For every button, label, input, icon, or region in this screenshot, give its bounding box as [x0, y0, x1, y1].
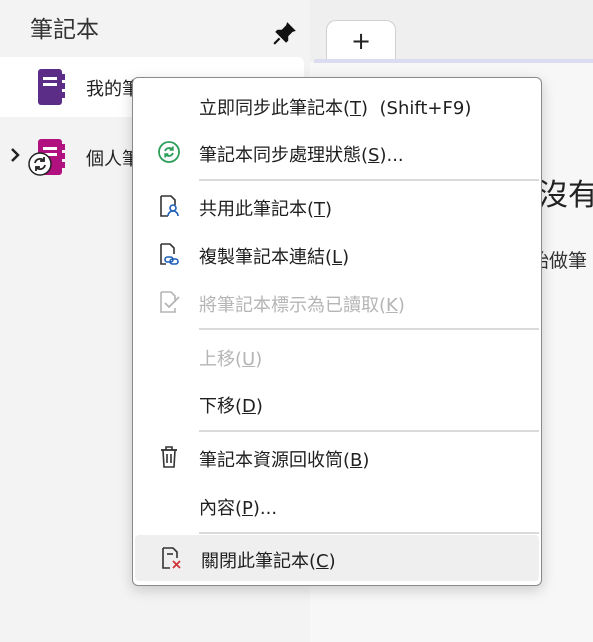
menu-item-label: 共用此筆記本(T) [199, 199, 333, 220]
notebook-context-menu: 立即同步此筆記本(T) (Shift+F9) 筆記本同步處理狀態(S)... 共… [132, 77, 542, 586]
menu-item-sync-status[interactable]: 筆記本同步處理狀態(S)... [133, 129, 541, 175]
add-section-button[interactable]: + [326, 20, 396, 61]
menu-item-label: 筆記本資源回收筒(B) [199, 450, 370, 471]
menu-separator [199, 328, 539, 330]
notebooks-title: 筆記本 [30, 17, 99, 43]
menu-item-properties[interactable]: 內容(P)... [133, 482, 541, 528]
menu-item-label: 立即同步此筆記本(T) (Shift+F9) [199, 98, 472, 119]
syncing-badge-icon [28, 152, 52, 176]
notebook-icon [38, 69, 65, 105]
copy-link-icon [160, 243, 179, 265]
menu-item-copy-link[interactable]: 複製筆記本連結(L) [133, 231, 541, 277]
menu-separator [199, 179, 539, 181]
menu-separator [199, 430, 539, 432]
tabstrip-underline [314, 59, 593, 63]
menu-separator [199, 532, 539, 534]
menu-item-label: 複製筆記本連結(L) [199, 247, 350, 268]
menu-item-mark-read[interactable]: 將筆記本標示為已讀取(K) [133, 279, 541, 325]
pin-icon[interactable] [272, 20, 298, 46]
mark-read-icon [160, 291, 180, 313]
menu-item-label: 筆記本同步處理狀態(S)... [199, 145, 404, 166]
menu-item-sync-now[interactable]: 立即同步此筆記本(T) (Shift+F9) [133, 82, 541, 128]
menu-item-recycle-bin[interactable]: 筆記本資源回收筒(B) [133, 434, 541, 480]
menu-item-label: 內容(P)... [199, 498, 278, 519]
sync-status-icon [158, 141, 180, 163]
empty-state-title: 沒有 [538, 178, 593, 213]
share-notebook-icon [160, 195, 179, 217]
section-tabstrip: + [310, 0, 593, 63]
menu-item-move-up[interactable]: 上移(U) [133, 333, 541, 379]
menu-item-share[interactable]: 共用此筆記本(T) [133, 183, 541, 229]
menu-item-label: 下移(D) [199, 396, 263, 417]
menu-item-label: 將筆記本標示為已讀取(K) [199, 295, 405, 316]
menu-item-close-notebook[interactable]: 關閉此筆記本(C) [135, 535, 539, 581]
menu-item-move-down[interactable]: 下移(D) [133, 380, 541, 426]
menu-item-label: 上移(U) [199, 349, 263, 370]
chevron-right-icon[interactable] [8, 145, 22, 165]
close-notebook-icon [162, 547, 181, 569]
recycle-bin-icon [161, 446, 177, 468]
menu-item-label: 關閉此筆記本(C) [201, 551, 336, 572]
